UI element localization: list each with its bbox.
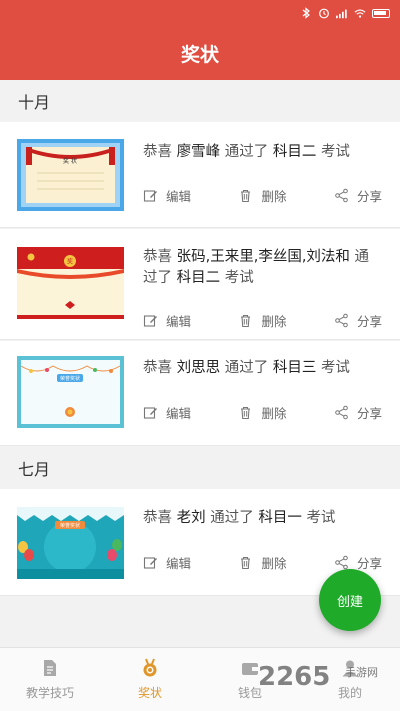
certificate-thumbnail[interactable]: 荣誉奖状 [17, 356, 124, 428]
svg-text:奖 状: 奖 状 [63, 157, 77, 165]
status-bar [0, 0, 400, 26]
share-icon [335, 555, 348, 569]
trash-icon [241, 556, 251, 569]
edit-button[interactable]: 编辑 [143, 311, 191, 330]
document-icon [44, 660, 56, 676]
certificate-thumbnail[interactable]: 奖 状 [17, 139, 124, 211]
edit-icon [143, 314, 157, 327]
bluetooth-icon [300, 7, 312, 19]
certificate-message: 恭喜 廖雪峰 通过了 科目二 考试 [143, 144, 350, 160]
bottom-tab-bar: 教学技巧 奖状 钱包 我的 [0, 647, 400, 711]
share-button[interactable]: 分享 [334, 311, 382, 330]
certificate-message: 恭喜 张码,王来里,李丝国,刘法和 通过了 科目二 考试 [143, 249, 370, 286]
edit-button[interactable]: 编辑 [143, 186, 191, 205]
share-button[interactable]: 分享 [334, 403, 382, 422]
section-header-october: 十月 [0, 80, 400, 122]
alarm-icon [318, 7, 330, 19]
certificate-card[interactable]: 荣誉奖状 恭喜 刘思思 通过了 科目三 考试 编辑 删除 分享 [0, 341, 400, 446]
delete-button[interactable]: 删除 [238, 311, 287, 330]
svg-text:荣誉奖状: 荣誉奖状 [60, 375, 80, 382]
watermark-text: 手游网 [345, 666, 378, 679]
edit-button[interactable]: 编辑 [143, 553, 191, 572]
card-actions: 编辑 删除 分享 [143, 310, 382, 330]
certificate-thumbnail[interactable]: 荣誉奖状 [17, 507, 124, 579]
edit-icon [143, 556, 157, 569]
page-title: 奖状 [0, 26, 400, 80]
delete-button[interactable]: 删除 [238, 553, 287, 572]
tab-teaching-tips[interactable]: 教学技巧 [0, 648, 100, 711]
certificate-thumbnail[interactable]: 奖 [17, 247, 124, 319]
share-icon [335, 188, 348, 202]
battery-icon [372, 8, 390, 18]
card-actions: 编辑 删除 分享 [143, 402, 382, 422]
delete-button[interactable]: 删除 [238, 186, 287, 205]
create-button[interactable]: 创建 [319, 569, 381, 631]
edit-icon [143, 189, 157, 202]
svg-text:奖: 奖 [67, 258, 73, 266]
share-button[interactable]: 分享 [334, 186, 382, 205]
card-actions: 编辑 删除 分享 [143, 185, 382, 205]
svg-text:荣誉奖状: 荣誉奖状 [60, 522, 80, 529]
signal-icon [336, 7, 348, 19]
share-icon [335, 405, 348, 419]
edit-icon [143, 406, 157, 419]
certificate-message: 恭喜 老刘 通过了 科目一 考试 [143, 510, 336, 526]
watermark-logo: 2265 [258, 662, 331, 692]
share-button[interactable]: 分享 [334, 553, 382, 572]
trash-icon [241, 314, 251, 327]
wallet-icon [242, 663, 258, 675]
section-header-july: 七月 [0, 447, 400, 489]
trash-icon [241, 406, 251, 419]
trash-icon [241, 189, 251, 202]
certificate-message: 恭喜 刘思思 通过了 科目三 考试 [143, 360, 350, 376]
delete-button[interactable]: 删除 [238, 403, 287, 422]
medal-icon [143, 658, 157, 677]
edit-button[interactable]: 编辑 [143, 403, 191, 422]
tab-certificates[interactable]: 奖状 [100, 648, 200, 711]
certificate-card[interactable]: 奖 状 恭喜 廖雪峰 通过了 科目二 考试 编辑 删除 分享 [0, 122, 400, 228]
wifi-icon [354, 7, 366, 19]
certificate-card[interactable]: 奖 恭喜 张码,王来里,李丝国,刘法和 通过了 科目二 考试 编辑 删除 分享 [0, 229, 400, 340]
share-icon [335, 313, 348, 327]
